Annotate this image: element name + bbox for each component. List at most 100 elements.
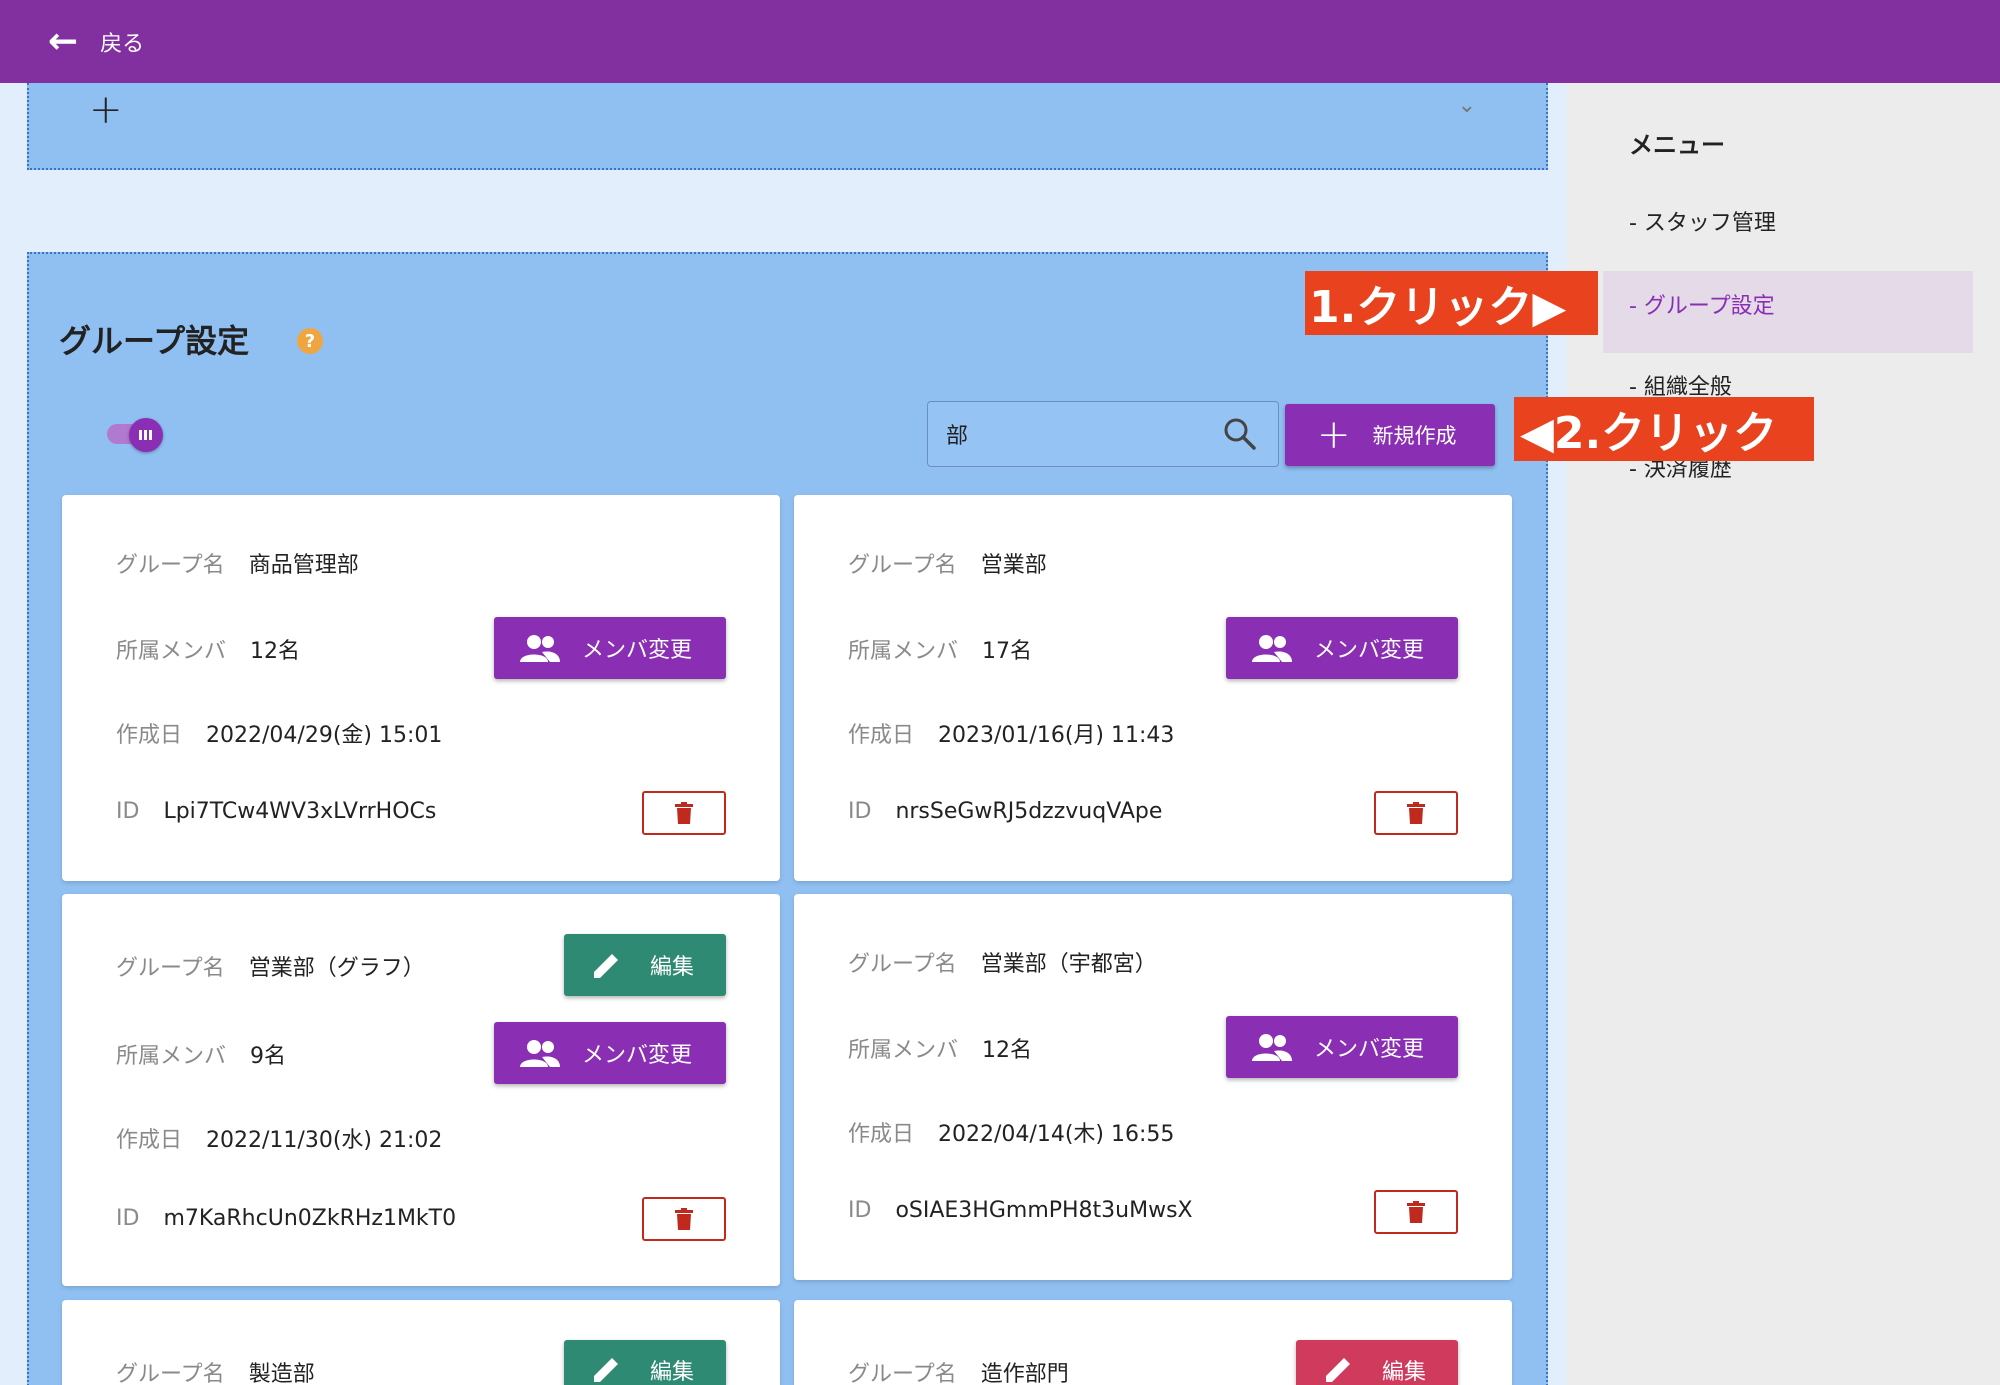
side-menu: メニュー - スタッフ管理 - グループ設定 - 組織全般 - 決済履歴 <box>1567 83 2000 1385</box>
people-icon <box>1252 1034 1292 1061</box>
group-name-label: グループ名 <box>848 553 957 578</box>
edit-button[interactable]: 編集 <box>1296 1340 1458 1385</box>
members-label: 所属メンバ <box>116 1044 227 1069</box>
id-label: ID <box>116 799 140 824</box>
trash-icon <box>675 1208 693 1230</box>
id-label: ID <box>848 799 872 824</box>
members-value: 12名 <box>250 639 301 664</box>
id-label: ID <box>848 1198 872 1223</box>
id-row: ID Lpi7TCw4WV3xLVrrHOCs <box>116 799 436 824</box>
id-row: ID oSIAE3HGmmPH8t3uMwsX <box>848 1198 1193 1223</box>
created-label: 作成日 <box>116 1128 183 1153</box>
created-label: 作成日 <box>848 1122 915 1147</box>
group-card: グループ名 営業部（グラフ） 編集 所属メンバ 9名 メンバ変更 作成日 2022/1… <box>62 894 780 1286</box>
group-card: グループ名 製造部 編集 <box>62 1300 780 1385</box>
collapsed-panel[interactable]: + ⌄ <box>27 83 1548 170</box>
menu-item-groups[interactable]: - グループ設定 <box>1629 288 1775 320</box>
people-icon <box>520 1040 560 1067</box>
id-value: m7KaRhcUn0ZkRHz1MkT0 <box>163 1206 457 1231</box>
plus-icon: + <box>1317 412 1351 458</box>
edit-label: 編集 <box>1382 1360 1427 1385</box>
trash-icon <box>1407 1201 1425 1223</box>
members-value: 12名 <box>982 1038 1033 1063</box>
people-icon <box>520 635 560 662</box>
members-label: 所属メンバ <box>116 639 227 664</box>
edit-label: 編集 <box>650 1360 695 1385</box>
search-field[interactable] <box>927 401 1279 467</box>
delete-button[interactable] <box>1374 791 1458 835</box>
group-card: グループ名 営業部（宇都宮） 所属メンバ 12名 メンバ変更 作成日 2022/04/… <box>794 894 1512 1280</box>
created-row: 作成日 2022/04/14(木) 16:55 <box>848 1116 1174 1148</box>
group-name-label: グループ名 <box>848 1362 957 1385</box>
created-value: 2022/04/29(金) 15:01 <box>206 723 443 748</box>
member-change-label: メンバ変更 <box>582 638 693 663</box>
created-label: 作成日 <box>116 723 183 748</box>
group-name-label: グループ名 <box>116 1362 225 1385</box>
created-value: 2022/11/30(水) 21:02 <box>206 1128 443 1153</box>
group-name-row: グループ名 営業部（宇都宮） <box>848 946 1157 978</box>
member-change-button[interactable]: メンバ変更 <box>1226 1016 1458 1078</box>
trash-icon <box>1407 802 1425 824</box>
member-change-button[interactable]: メンバ変更 <box>1226 617 1458 679</box>
group-card: グループ名 営業部 所属メンバ 17名 メンバ変更 作成日 2023/01/16(月)… <box>794 495 1512 881</box>
group-name-row: グループ名 商品管理部 <box>116 547 359 579</box>
group-name-value: 造作部門 <box>980 1362 1069 1385</box>
members-row: 所属メンバ 17名 <box>848 633 1032 665</box>
group-name-value: 営業部（グラフ） <box>248 956 425 981</box>
created-value: 2022/04/14(木) 16:55 <box>938 1122 1175 1147</box>
created-row: 作成日 2023/01/16(月) 11:43 <box>848 717 1174 749</box>
annotation-step1: 1.クリック▶ <box>1305 271 1598 335</box>
group-name-value: 商品管理部 <box>248 553 359 578</box>
edit-label: 編集 <box>650 955 695 980</box>
view-toggle[interactable] <box>105 418 163 452</box>
arrow-left-icon: ← <box>48 20 79 62</box>
member-change-label: メンバ変更 <box>582 1043 693 1068</box>
search-input[interactable] <box>946 416 1206 452</box>
member-change-button[interactable]: メンバ変更 <box>494 617 726 679</box>
page-title: グループ設定 <box>59 322 250 360</box>
pencil-icon <box>594 954 618 978</box>
back-button[interactable]: ← 戻る <box>48 20 144 62</box>
member-change-label: メンバ変更 <box>1314 638 1425 663</box>
id-label: ID <box>116 1206 140 1231</box>
members-row: 所属メンバ 12名 <box>116 633 300 665</box>
menu-title: メニュー <box>1629 131 1725 159</box>
members-row: 所属メンバ 12名 <box>848 1032 1032 1064</box>
delete-button[interactable] <box>642 791 726 835</box>
chevron-down-icon[interactable]: ⌄ <box>1458 93 1476 118</box>
new-group-label: 新規作成 <box>1372 424 1457 448</box>
group-name-label: グループ名 <box>116 956 225 981</box>
edit-button[interactable]: 編集 <box>564 1340 726 1385</box>
menu-item-staff[interactable]: - スタッフ管理 <box>1629 205 1776 237</box>
plus-icon[interactable]: + <box>89 87 123 133</box>
created-value: 2023/01/16(月) 11:43 <box>938 723 1175 748</box>
group-name-row: グループ名 営業部（グラフ） <box>116 950 425 982</box>
id-row: ID m7KaRhcUn0ZkRHz1MkT0 <box>116 1206 456 1231</box>
group-name-label: グループ名 <box>848 952 957 977</box>
members-label: 所属メンバ <box>848 1038 959 1063</box>
created-row: 作成日 2022/11/30(水) 21:02 <box>116 1122 442 1154</box>
id-value: oSIAE3HGmmPH8t3uMwsX <box>895 1198 1193 1223</box>
group-card: グループ名 商品管理部 所属メンバ 12名 メンバ変更 作成日 2022/04/29(… <box>62 495 780 881</box>
member-change-button[interactable]: メンバ変更 <box>494 1022 726 1084</box>
created-row: 作成日 2022/04/29(金) 15:01 <box>116 717 442 749</box>
group-name-row: グループ名 製造部 <box>116 1356 315 1385</box>
group-card: グループ名 造作部門 編集 <box>794 1300 1512 1385</box>
id-value: nrsSeGwRJ5dzzvuqVApe <box>895 799 1163 824</box>
pencil-icon <box>594 1358 618 1382</box>
edit-button[interactable]: 編集 <box>564 934 726 996</box>
search-icon[interactable] <box>1222 416 1258 452</box>
delete-button[interactable] <box>1374 1190 1458 1234</box>
people-icon <box>1252 635 1292 662</box>
group-name-value: 営業部（宇都宮） <box>980 952 1157 977</box>
pencil-icon <box>1326 1358 1350 1382</box>
help-icon[interactable]: ? <box>297 328 323 354</box>
app-bar: ← 戻る <box>0 0 2000 83</box>
grid-view-icon <box>129 418 163 452</box>
members-row: 所属メンバ 9名 <box>116 1038 286 1070</box>
group-name-value: 営業部 <box>980 553 1047 578</box>
group-name-label: グループ名 <box>116 553 225 578</box>
group-name-value: 製造部 <box>248 1362 315 1385</box>
delete-button[interactable] <box>642 1197 726 1241</box>
new-group-button[interactable]: + 新規作成 <box>1285 404 1495 466</box>
